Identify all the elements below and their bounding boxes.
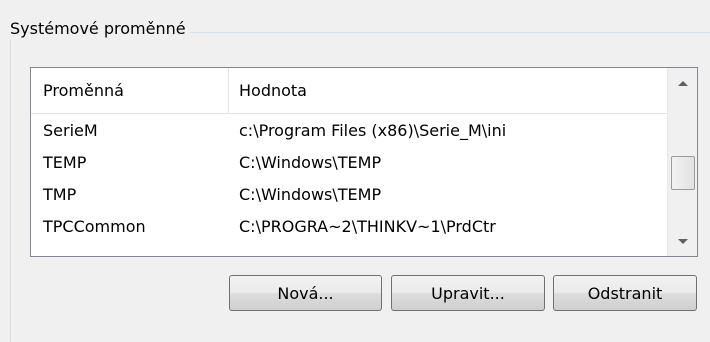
column-header-variable[interactable]: Proměnná [31, 68, 229, 114]
scroll-down-button[interactable] [668, 226, 697, 256]
table-row[interactable]: SerieM c:\Program Files (x86)\Serie_M\in… [31, 115, 668, 147]
vertical-scrollbar[interactable] [667, 68, 697, 256]
scrollbar-thumb[interactable] [671, 156, 695, 190]
list-header: Proměnná Hodnota [31, 68, 668, 114]
triangle-down-icon [677, 238, 688, 244]
delete-button[interactable]: Odstranit [553, 275, 697, 311]
variable-value: C:\PROGRA~2\THINKV~1\PrdCtr [239, 217, 496, 236]
table-row[interactable]: TPCCommon C:\PROGRA~2\THINKV~1\PrdCtr [31, 211, 668, 243]
new-button[interactable]: Nová... [229, 275, 382, 311]
edit-button[interactable]: Upravit... [391, 275, 545, 311]
table-row[interactable]: TMP C:\Windows\TEMP [31, 179, 668, 211]
variable-name: TEMP [43, 153, 87, 172]
column-header-value[interactable]: Hodnota [229, 68, 668, 114]
table-row[interactable]: TEMP C:\Windows\TEMP [31, 147, 668, 179]
triangle-up-icon [677, 80, 688, 86]
variables-list[interactable]: Proměnná Hodnota SerieM c:\Program Files… [30, 67, 698, 257]
variable-name: TMP [43, 185, 77, 204]
variable-value: C:\Windows\TEMP [239, 185, 382, 204]
variable-name: SerieM [43, 121, 98, 140]
variable-name: TPCCommon [43, 217, 146, 236]
variable-value: c:\Program Files (x86)\Serie_M\ini [239, 121, 507, 140]
group-title: Systémové proměnné [10, 18, 190, 40]
scroll-up-button[interactable] [668, 68, 697, 98]
variable-value: C:\Windows\TEMP [239, 153, 382, 172]
